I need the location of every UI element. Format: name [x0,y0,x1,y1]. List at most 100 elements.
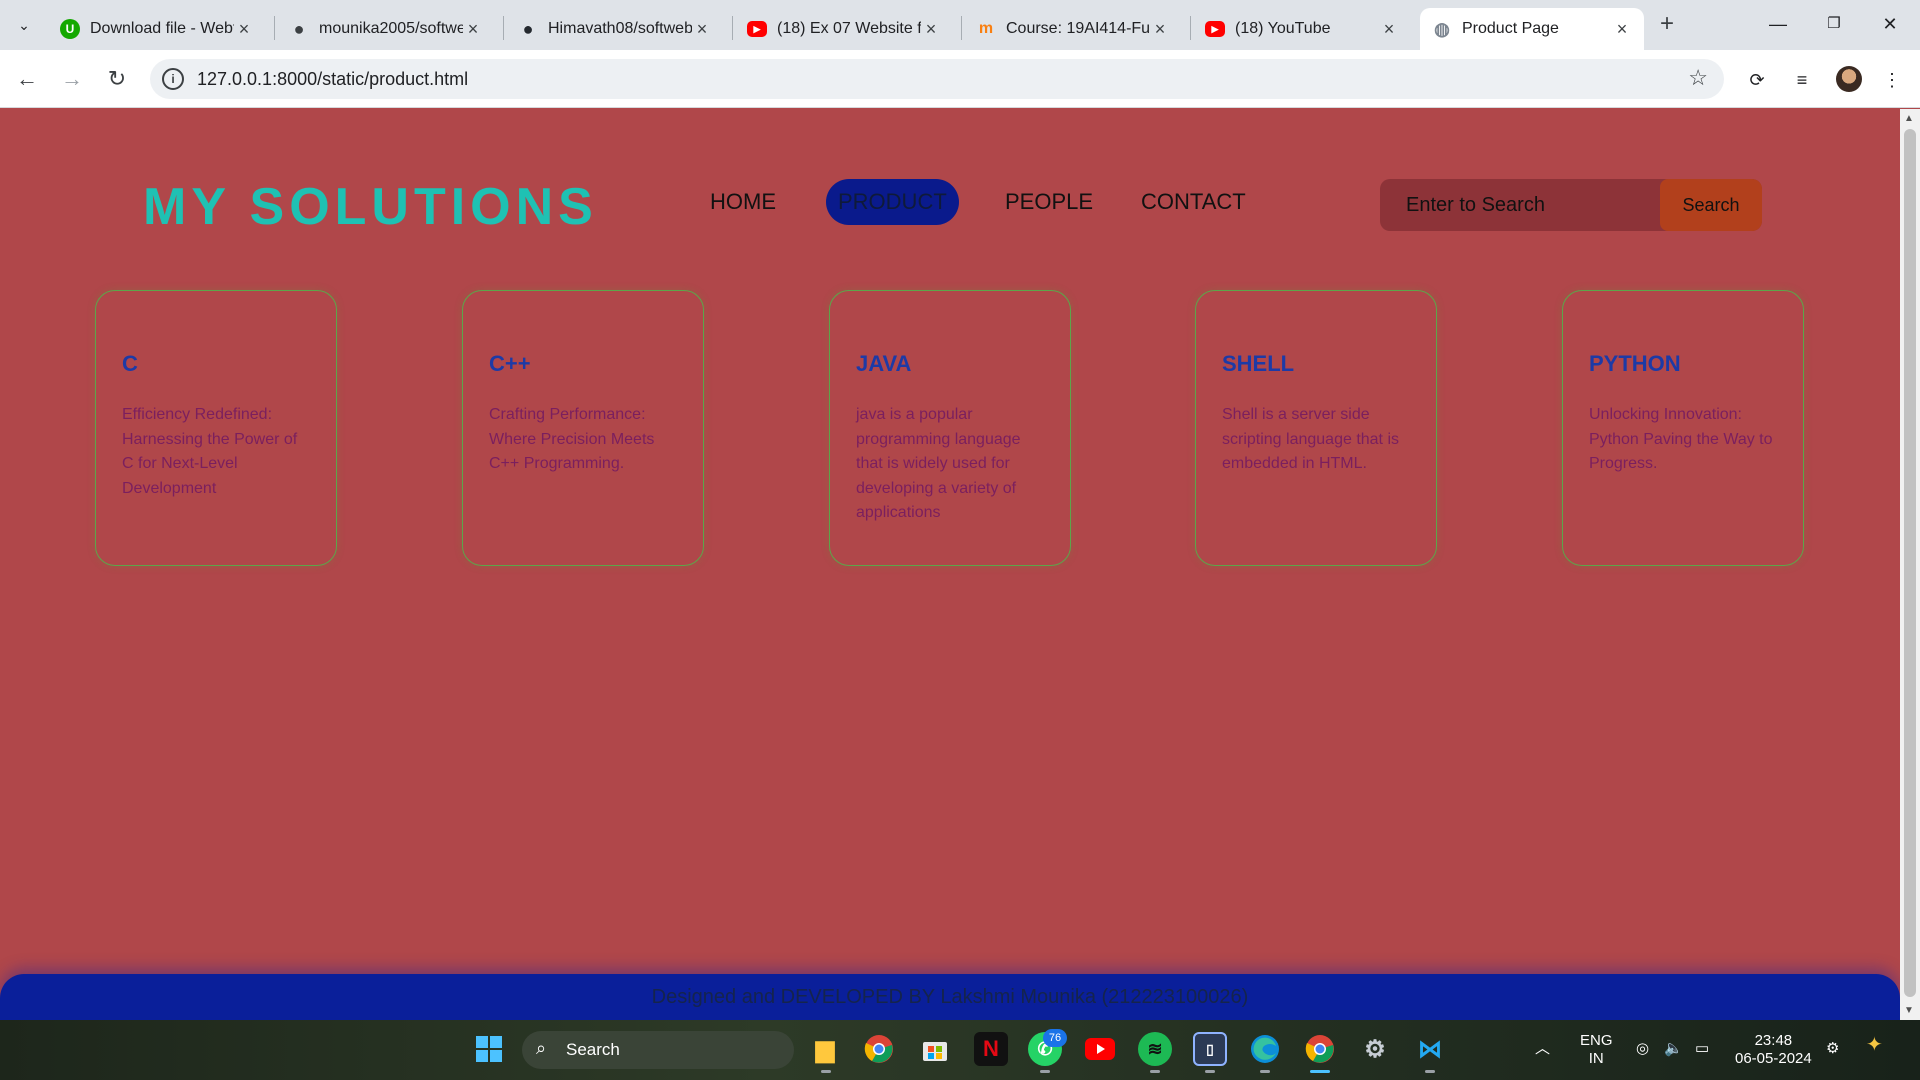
site-logo: MY SOLUTIONS [143,178,598,236]
minimize-button[interactable]: — [1750,8,1806,40]
close-icon[interactable]: × [234,19,254,40]
running-indicator [1150,1070,1160,1073]
windows-start-icon[interactable] [472,1032,506,1066]
nav-product-link[interactable]: PRODUCT [826,179,959,225]
page-footer: Designed and DEVELOPED BY Lakshmi Mounik… [0,974,1900,1020]
card-text: Unlocking Innovation: Python Paving the … [1589,406,1773,472]
browser-tab[interactable]: m Course: 19AI414-Fun × [964,8,1182,50]
running-indicator [1205,1070,1215,1073]
product-card: SHELL Shell is a server side scripting l… [1195,290,1437,566]
close-icon[interactable]: × [1150,19,1170,40]
file-explorer-icon[interactable]: ▆ [808,1032,842,1066]
moodle-icon: m [978,20,994,37]
url-field[interactable]: i 127.0.0.1:8000/static/product.html ☆ [150,59,1724,99]
microsoft-store-icon[interactable] [918,1032,952,1066]
vscode-icon[interactable]: ⋈ [1413,1032,1447,1066]
copilot-icon[interactable]: ✦ [1866,1035,1883,1055]
language-indicator[interactable]: ENG IN [1580,1032,1613,1068]
card-title: C++ [489,351,531,376]
scrollbar-thumb[interactable] [1904,129,1916,997]
card-title: C [122,351,138,376]
github-icon: ● [293,18,305,39]
product-card: PYTHON Unlocking Innovation: Python Pavi… [1562,290,1804,566]
product-card: C++ Crafting Performance: Where Precisio… [462,290,704,566]
battery-icon[interactable]: ▭ [1695,1040,1709,1058]
tab-separator [961,16,962,40]
youtube-app-icon[interactable] [1083,1032,1117,1066]
chrome-icon[interactable] [862,1032,896,1066]
close-icon[interactable]: × [692,19,712,40]
nav-home-link[interactable]: HOME [710,179,776,225]
address-bar: ← → ↻ i 127.0.0.1:8000/static/product.ht… [0,50,1920,108]
browser-tab[interactable]: ● Himavath08/softweb × [506,8,724,50]
volume-icon[interactable]: 🔈 [1664,1040,1683,1058]
close-icon[interactable]: × [921,19,941,40]
close-window-button[interactable]: ✕ [1862,8,1918,40]
card-text: Crafting Performance: Where Precision Me… [489,406,655,472]
active-indicator [1310,1070,1330,1073]
browser-tab[interactable]: ● mounika2005/softwe × [277,8,495,50]
new-tab-button[interactable]: + [1652,10,1682,40]
profile-avatar[interactable] [1836,66,1862,92]
page-viewport: MY SOLUTIONS HOME PRODUCT PEOPLE CONTACT… [0,109,1900,1020]
network-icon[interactable]: ◎ [1636,1040,1649,1058]
search-input[interactable] [1380,179,1660,231]
os-taskbar: ⌕ Search ▆ N ✆ ≋ ▯ ⚙ ⋈ ︿ ENG IN ◎ 🔈 ▭ 23… [0,1020,1920,1080]
scroll-down-icon[interactable]: ▼ [1904,1005,1914,1016]
close-icon[interactable]: × [1612,19,1632,40]
search-button[interactable]: Search [1660,179,1762,231]
chevron-up-icon[interactable]: ︿ [1535,1040,1550,1058]
chevron-down-icon: ⌄ [18,16,30,33]
nav-contact-link[interactable]: CONTACT [1141,179,1246,225]
nav-people-link[interactable]: PEOPLE [1005,179,1093,225]
card-title: SHELL [1222,351,1295,376]
globe-icon: ◍ [1434,18,1450,39]
card-text: Shell is a server side scripting languag… [1222,406,1399,472]
clock[interactable]: 23:48 06-05-2024 [1735,1032,1812,1068]
search-icon: ⌕ [536,1038,547,1058]
search-form: Search [1380,179,1762,231]
forward-button[interactable]: → [57,64,87,94]
extensions-icon[interactable]: ⟳ [1743,66,1771,94]
taskbar-search[interactable]: ⌕ Search [522,1031,794,1069]
bookmark-star-icon[interactable]: ☆ [1688,65,1708,91]
running-indicator [1040,1070,1050,1073]
tab-separator [503,16,504,40]
netflix-icon[interactable]: N [974,1032,1008,1066]
tab-separator [732,16,733,40]
browser-tab[interactable]: ▶ (18) YouTube × [1193,8,1411,50]
browser-tab-active[interactable]: ◍ Product Page × [1420,8,1644,50]
media-control-icon[interactable]: ≡ [1788,66,1816,94]
product-card: JAVA java is a popular programming langu… [829,290,1071,566]
reload-button[interactable]: ↻ [102,64,132,94]
upwork-icon: U [60,19,80,39]
edge-icon[interactable] [1248,1032,1282,1066]
taskbar-wallpaper [0,1020,1920,1080]
browser-tab[interactable]: ▶ (18) Ex 07 Website fo × [735,8,953,50]
menu-kebab-icon[interactable]: ⋮ [1878,66,1906,94]
spotify-icon[interactable]: ≋ [1138,1032,1172,1066]
product-card: C Efficiency Redefined: Harnessing the P… [95,290,337,566]
phone-link-icon[interactable]: ▯ [1193,1032,1227,1066]
notifications-icon[interactable]: ⚙ [1826,1040,1839,1058]
close-icon[interactable]: × [1379,19,1399,40]
close-icon[interactable]: × [463,19,483,40]
restore-button[interactable]: ❐ [1806,8,1862,40]
chrome-profile-icon[interactable] [1303,1032,1337,1066]
card-text: Efficiency Redefined: Harnessing the Pow… [122,406,298,497]
running-indicator [821,1070,831,1073]
github-icon: ● [522,18,534,39]
tab-separator [274,16,275,40]
youtube-icon: ▶ [1205,21,1225,37]
notification-badge: 76 [1043,1029,1067,1047]
youtube-icon: ▶ [747,21,767,37]
tab-strip: ⌄ U Download file - Webt × ● mounika2005… [0,0,1920,50]
tab-search-button[interactable]: ⌄ [8,9,40,41]
page-scrollbar[interactable]: ▲ ▼ [1900,109,1920,1020]
browser-tab[interactable]: U Download file - Webt × [48,8,266,50]
scroll-up-icon[interactable]: ▲ [1904,113,1914,124]
site-info-icon[interactable]: i [162,68,184,90]
card-title: PYTHON [1589,351,1681,376]
back-button[interactable]: ← [12,64,42,94]
settings-gear-icon[interactable]: ⚙ [1358,1032,1392,1066]
